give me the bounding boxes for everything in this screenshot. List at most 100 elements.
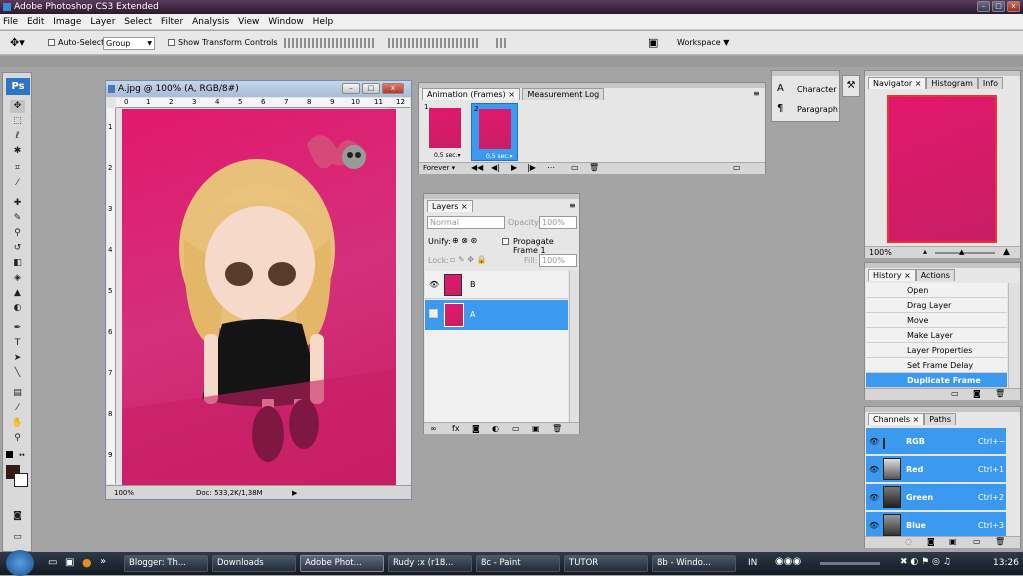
taskbar-item-photoshop[interactable]: Adobe Phot... <box>300 555 384 572</box>
tab-histogram[interactable]: Histogram <box>926 77 978 89</box>
navigator-zoom-value[interactable]: 100% <box>869 248 892 257</box>
tab-layers[interactable]: Layers × <box>427 200 473 212</box>
magic-wand-tool-icon[interactable]: ✱ <box>10 145 25 158</box>
tab-info[interactable]: Info <box>977 77 1004 89</box>
history-scrollbar[interactable] <box>1008 283 1020 388</box>
screen-mode-icon[interactable]: ▭ <box>10 531 25 544</box>
menu-layer[interactable]: Layer <box>87 14 118 30</box>
layer-name[interactable]: A <box>470 310 475 319</box>
switch-windows-icon[interactable]: ▣ <box>65 557 74 568</box>
hand-tool-icon[interactable]: ✋ <box>10 417 25 430</box>
eyedropper-tool-icon[interactable]: ⁄ <box>10 177 25 190</box>
convert-timeline-icon[interactable]: ▭ <box>733 163 741 172</box>
history-item[interactable]: Drag Layer <box>866 298 1007 313</box>
lock-icons[interactable]: ▫ ✎ ✥ 🔒 <box>450 255 486 264</box>
distribute-icons[interactable] <box>388 38 478 48</box>
layer-row[interactable]: 👁 B <box>425 271 568 299</box>
taskbar-item-tutor[interactable]: TUTOR <box>564 555 648 572</box>
menu-image[interactable]: Image <box>50 14 84 30</box>
transform-checkbox[interactable] <box>168 38 175 47</box>
close-button[interactable]: x <box>1007 1 1020 12</box>
zoom-value[interactable]: 100% <box>114 486 134 500</box>
character-button[interactable]: A Character <box>775 81 837 97</box>
lasso-tool-icon[interactable]: ℓ <box>10 130 25 143</box>
eyedropper2-tool-icon[interactable]: ⁄ <box>10 402 25 415</box>
paragraph-button[interactable]: ¶ Paragraph <box>775 101 838 117</box>
frame-1[interactable]: 1 0,5 sec.▾ <box>424 103 464 161</box>
opacity-input[interactable]: 100% <box>539 216 577 229</box>
menu-analysis[interactable]: Analysis <box>189 14 232 30</box>
blur-tool-icon[interactable]: ▲ <box>10 287 25 300</box>
panel-drag-bar[interactable] <box>772 71 839 76</box>
zoom-slider[interactable] <box>935 252 995 254</box>
fill-input[interactable]: 100% <box>539 254 577 267</box>
panel-menu-icon[interactable]: ≡ <box>753 89 760 98</box>
minimize-button[interactable]: – <box>977 1 990 12</box>
panel-drag-bar[interactable] <box>865 71 1020 76</box>
menu-view[interactable]: View <box>235 14 262 30</box>
new-group-icon[interactable]: ▭ <box>512 423 520 434</box>
path-select-tool-icon[interactable]: ➤ <box>10 352 25 365</box>
healing-tool-icon[interactable]: ✚ <box>10 197 25 210</box>
taskbar-item-blogger[interactable]: Blogger: Th... <box>124 555 208 572</box>
document-canvas[interactable] <box>122 109 396 485</box>
language-indicator[interactable]: IN <box>748 558 757 568</box>
volume-slider[interactable] <box>820 562 880 565</box>
frame-delay[interactable]: 0,5 sec.▾ <box>486 153 513 160</box>
unify-icons[interactable]: ⊕ ⊗ ⊛ <box>452 236 477 245</box>
firefox-icon[interactable]: ● <box>82 556 92 569</box>
swap-colors-icon[interactable]: ↔ <box>19 451 25 459</box>
auto-select-checkbox[interactable] <box>48 38 55 47</box>
notes-tool-icon[interactable]: ▤ <box>10 387 25 400</box>
tween-icon[interactable]: ⋯ <box>547 163 555 172</box>
mask-channel-icon[interactable]: ▭ <box>973 537 981 546</box>
panel-drag-bar[interactable] <box>424 194 579 199</box>
brush-tool-icon[interactable]: ✎ <box>10 212 25 225</box>
blend-mode-select[interactable]: Normal <box>427 216 505 229</box>
new-channel-icon[interactable]: ▣ <box>949 537 957 546</box>
menu-file[interactable]: File <box>0 14 21 30</box>
doc-maximize-button[interactable]: □ <box>362 83 380 94</box>
channel-row[interactable]: 👁 Blue Ctrl+3 <box>866 512 1006 539</box>
type-tool-icon[interactable]: T <box>10 337 25 350</box>
align-icons[interactable] <box>284 38 376 48</box>
selection-icon[interactable]: ◌ <box>905 537 912 546</box>
taskbar-item-downloads[interactable]: Downloads <box>212 555 296 572</box>
history-item[interactable]: Set Frame Delay <box>866 358 1007 373</box>
save-selection-icon[interactable]: ◙ <box>927 537 935 546</box>
move-tool-icon[interactable]: ✥▾ <box>10 36 25 49</box>
channel-row[interactable]: 👁 Red Ctrl+1 <box>866 456 1006 483</box>
loop-select[interactable]: Forever ▾ <box>423 164 455 172</box>
prev-frame-icon[interactable]: ◀| <box>491 163 500 172</box>
workspace-menu[interactable]: Workspace ▼ <box>677 38 729 47</box>
eye-icon[interactable]: 👁 <box>429 280 439 289</box>
new-layer-icon[interactable]: ▣ <box>532 423 540 434</box>
delete-channel-icon[interactable]: 🗑 <box>995 537 1005 546</box>
auto-align-icon[interactable] <box>496 38 506 48</box>
tool-presets-icon[interactable]: ⚒ <box>842 75 860 97</box>
tab-measurement-log[interactable]: Measurement Log <box>522 88 605 100</box>
tab-actions[interactable]: Actions <box>915 269 955 281</box>
taskbar-item-paint[interactable]: 8c - Paint <box>476 555 560 572</box>
status-arrow-icon[interactable]: ▶ <box>292 486 297 500</box>
channel-row[interactable]: 👁 RGB Ctrl+~ <box>866 428 1006 455</box>
doc-info[interactable]: Doc: 533,2K/1,38M <box>196 486 263 500</box>
link-layers-icon[interactable]: ∞ <box>430 423 437 434</box>
history-item[interactable]: Open <box>866 283 1007 298</box>
history-item[interactable]: Move <box>866 313 1007 328</box>
history-item-selected[interactable]: Duplicate Frame <box>866 373 1007 388</box>
propagate-checkbox[interactable] <box>502 237 509 246</box>
background-color-swatch[interactable] <box>14 473 28 487</box>
add-mask-icon[interactable]: ◙ <box>472 423 480 434</box>
panel-drag-bar[interactable] <box>865 263 1020 268</box>
bucket-tool-icon[interactable]: ◈ <box>10 272 25 285</box>
panel-menu-icon[interactable]: ≡ <box>569 201 576 210</box>
snapshot-icon[interactable]: ◙ <box>973 389 981 398</box>
default-colors-icon[interactable] <box>6 451 13 458</box>
first-frame-icon[interactable]: ◀◀ <box>471 163 483 172</box>
move-tool-icon[interactable]: ✥ <box>10 100 25 113</box>
taskbar-item-rudy[interactable]: Rudy :x (r18... <box>388 555 472 572</box>
document-title-bar[interactable]: A.jpg @ 100% (A, RGB/8#) – □ x <box>106 81 411 97</box>
stamp-tool-icon[interactable]: ⚲ <box>10 227 25 240</box>
delete-state-icon[interactable]: 🗑 <box>995 389 1005 398</box>
